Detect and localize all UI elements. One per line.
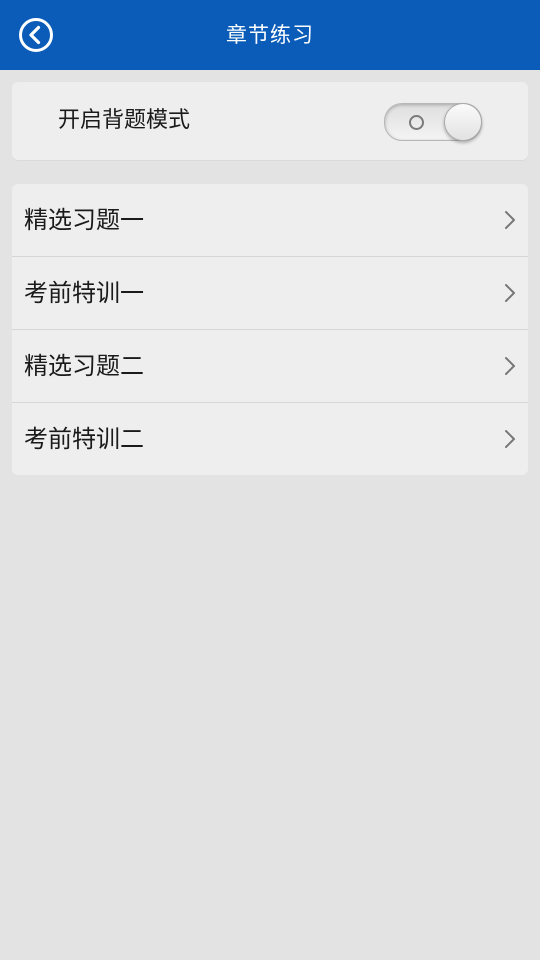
- chapter-item-label: 精选习题一: [24, 206, 144, 234]
- recite-mode-label: 开启背题模式: [58, 108, 191, 133]
- chevron-right-icon: [504, 283, 516, 303]
- recite-mode-switch[interactable]: [384, 103, 482, 141]
- chevron-right-icon: [504, 210, 516, 230]
- chapter-item-2[interactable]: 考前特训一: [12, 257, 528, 330]
- chapter-item-3[interactable]: 精选习题二: [12, 330, 528, 403]
- chevron-right-icon: [504, 356, 516, 376]
- chapter-item-label: 考前特训一: [24, 279, 144, 307]
- chapter-item-4[interactable]: 考前特训二: [12, 403, 528, 475]
- chapter-item-1[interactable]: 精选习题一: [12, 184, 528, 257]
- chapter-list: 精选习题一 考前特训一 精选习题二 考前特训二: [12, 184, 528, 475]
- switch-off-icon: [409, 115, 424, 130]
- chevron-right-icon: [504, 429, 516, 449]
- recite-mode-card: 开启背题模式: [12, 82, 528, 160]
- page-title: 章节练习: [226, 23, 314, 47]
- chapter-item-label: 考前特训二: [24, 425, 144, 453]
- app-header: 章节练习: [0, 0, 540, 70]
- chapter-item-label: 精选习题二: [24, 352, 144, 380]
- switch-knob: [444, 103, 482, 141]
